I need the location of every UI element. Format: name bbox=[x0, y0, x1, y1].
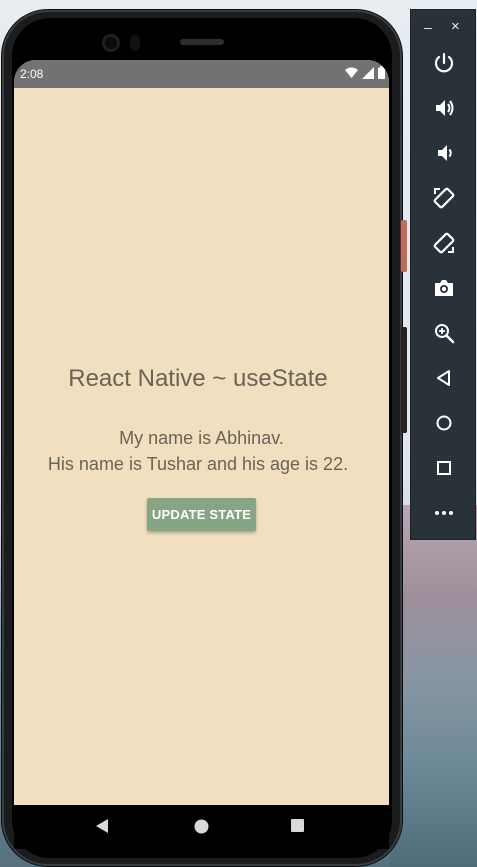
more-icon[interactable] bbox=[431, 500, 457, 526]
front-camera bbox=[102, 34, 120, 52]
overview-icon[interactable] bbox=[431, 455, 457, 481]
name-text: My name is Abhinav. bbox=[119, 428, 284, 448]
rotate-left-icon[interactable] bbox=[431, 185, 457, 211]
home-icon[interactable] bbox=[194, 819, 209, 834]
power-icon[interactable] bbox=[431, 50, 457, 76]
phone-side-button bbox=[401, 220, 407, 272]
battery-icon bbox=[378, 66, 385, 79]
toolbar-window-controls: – × bbox=[411, 19, 477, 36]
phone-side-button bbox=[401, 327, 407, 433]
navigation-bar bbox=[14, 805, 389, 849]
minimize-button[interactable]: – bbox=[424, 20, 432, 34]
rotate-right-icon[interactable] bbox=[431, 230, 457, 256]
front-sensor bbox=[130, 35, 140, 51]
camera-icon[interactable] bbox=[431, 275, 457, 301]
update-state-button[interactable]: UPDATE STATE bbox=[147, 498, 256, 531]
back-icon[interactable] bbox=[431, 365, 457, 391]
friend-text: His name is Tushar and his age is 22. bbox=[47, 454, 349, 474]
app-content: React Native ~ useState My name is Abhin… bbox=[14, 88, 389, 805]
page-title: React Native ~ useState bbox=[68, 365, 328, 392]
close-button[interactable]: × bbox=[451, 19, 460, 34]
volume-down-icon[interactable] bbox=[431, 140, 457, 166]
status-time: 2:08 bbox=[20, 67, 44, 81]
signal-icon bbox=[362, 66, 374, 79]
device-screen: 2:08 React Native ~ useState My name is … bbox=[14, 60, 389, 805]
volume-up-icon[interactable] bbox=[431, 95, 457, 121]
emulator-toolbar: – × bbox=[410, 9, 476, 540]
overview-icon[interactable] bbox=[291, 819, 304, 832]
home-icon[interactable] bbox=[431, 410, 457, 436]
status-bar: 2:08 bbox=[14, 60, 389, 88]
earpiece-speaker bbox=[180, 39, 224, 45]
desktop-background bbox=[390, 505, 477, 867]
wifi-icon bbox=[345, 67, 358, 78]
status-icons bbox=[345, 66, 385, 79]
back-icon[interactable] bbox=[96, 819, 110, 833]
zoom-icon[interactable] bbox=[431, 320, 457, 346]
